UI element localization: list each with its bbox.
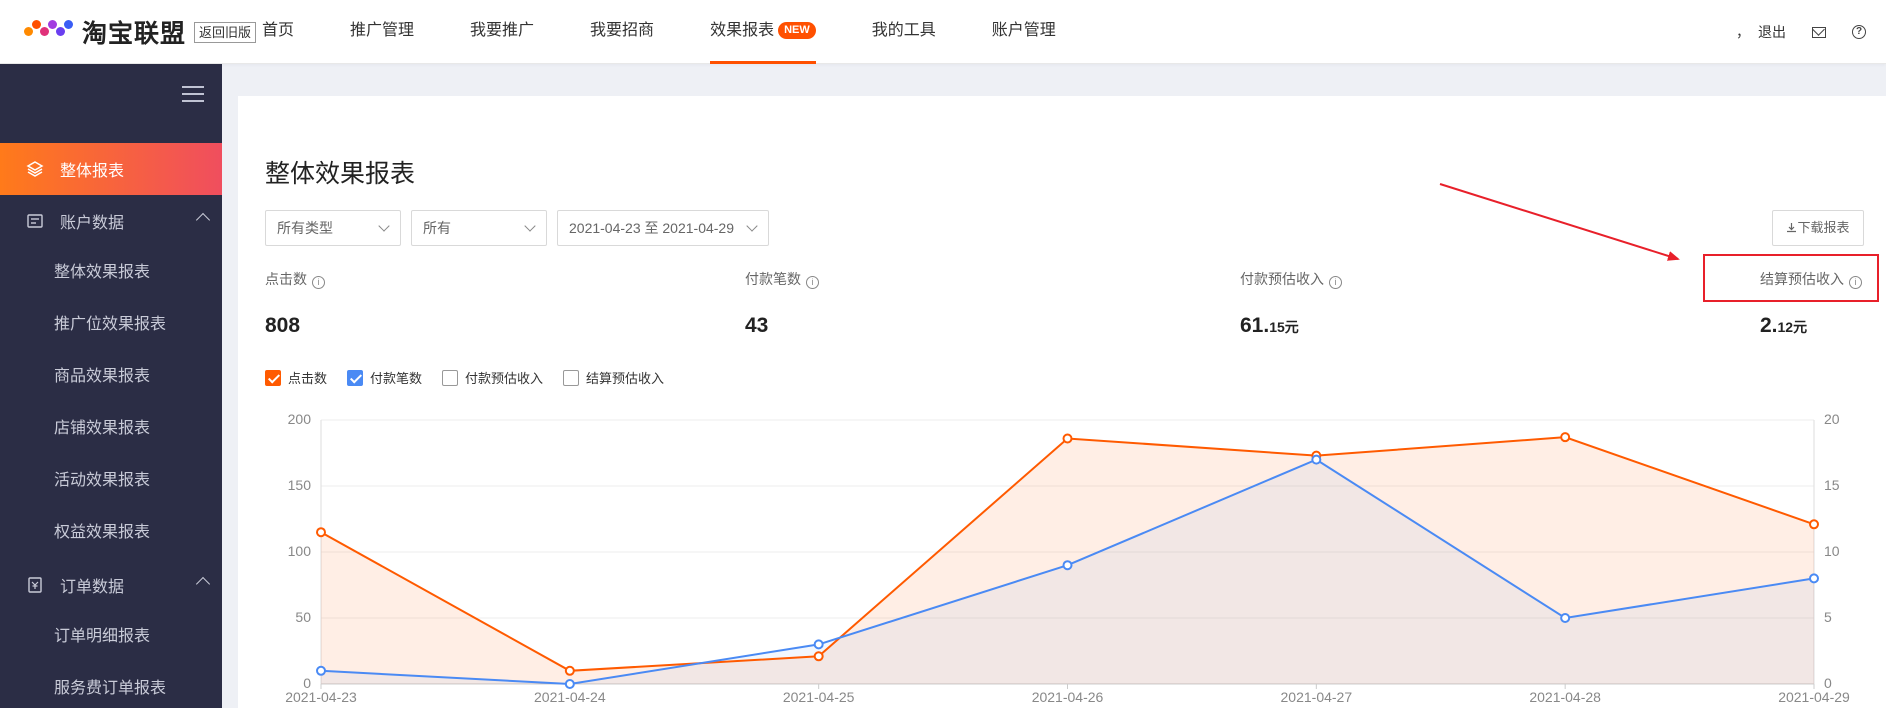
logo[interactable]: 淘宝联盟 返回旧版 (24, 16, 257, 48)
nav-label: 账户管理 (991, 22, 1056, 39)
metric-value-unit: 元 (1284, 319, 1299, 335)
info-icon[interactable]: i (312, 276, 325, 289)
info-icon[interactable]: i (806, 276, 819, 289)
sidebar-item-service-fee-order[interactable]: 服务费订单报表 (0, 663, 222, 708)
nav-label: 我的工具 (871, 22, 936, 39)
legend-paid-income[interactable]: 付款预估收入 (442, 368, 543, 387)
chevron-down-icon (378, 220, 390, 232)
old-version-button[interactable]: 返回旧版 (194, 21, 257, 43)
checkbox-clicks[interactable] (265, 369, 281, 386)
layers-icon (26, 160, 44, 178)
metric-clicks-value: 808 (265, 314, 301, 337)
sidebar-item-adzone-effect[interactable]: 推广位效果报表 (0, 299, 222, 351)
date-range-picker[interactable]: 2021-04-23 至 2021-04-29 (557, 210, 769, 246)
user-area: ， 退出 ? (1736, 0, 1866, 64)
nav-merchant-recruit[interactable]: 我要招商 (590, 0, 654, 64)
sidebar-item-rights-effect[interactable]: 权益效果报表 (0, 507, 222, 559)
legend-label: 结算预估收入 (586, 371, 665, 386)
metric-value-decimal: 12 (1777, 319, 1794, 335)
sidebar-item-shop-effect[interactable]: 店铺效果报表 (0, 403, 222, 455)
nav-home[interactable]: 首页 (262, 0, 294, 64)
metric-payments-label: 付款笔数 i (745, 269, 819, 289)
legend-label: 付款笔数 (370, 371, 423, 386)
sidebar: 整体报表 账户数据 整体效果报表 推广位效果报表 商品效果报表 店铺效果报表 活… (0, 64, 222, 708)
logout-link[interactable]: 退出 (1758, 22, 1786, 42)
type-select[interactable]: 所有类型 (265, 210, 401, 246)
download-label: 下载报表 (1797, 220, 1850, 235)
chevron-down-icon (746, 220, 758, 232)
sidebar-group-label: 订单数据 (60, 579, 125, 596)
metric-paid-income-value: 61.15元 (1240, 314, 1299, 338)
download-report-button[interactable]: 下载报表 (1772, 210, 1864, 246)
scope-select[interactable]: 所有 (411, 210, 547, 246)
sidebar-item-product-effect[interactable]: 商品效果报表 (0, 351, 222, 403)
type-select-value: 所有类型 (277, 220, 333, 236)
sidebar-item-activity-effect[interactable]: 活动效果报表 (0, 455, 222, 507)
sidebar-item-overall-effect[interactable]: 整体效果报表 (0, 247, 222, 299)
nav-promote[interactable]: 我要推广 (470, 0, 534, 64)
nav-promotion-management[interactable]: 推广管理 (350, 0, 414, 64)
legend-label: 付款预估收入 (465, 371, 544, 386)
metric-value-unit: 元 (1793, 319, 1808, 335)
checkbox-payments[interactable] (347, 369, 364, 386)
metric-label-text: 付款笔数 (745, 271, 801, 287)
nav-account-management[interactable]: 账户管理 (992, 0, 1056, 64)
checkbox-settled-income[interactable] (563, 369, 580, 386)
logo-mark-icon (24, 18, 74, 46)
metric-value-integer: 61. (1240, 314, 1270, 337)
nav-label: 首页 (262, 22, 295, 39)
menu-toggle-icon[interactable] (182, 86, 204, 102)
scope-select-value: 所有 (423, 220, 451, 236)
new-badge: NEW (778, 22, 816, 39)
checkbox-paid-income[interactable] (442, 369, 459, 386)
sidebar-item-label: 整体报表 (60, 163, 125, 180)
date-range-value: 2021-04-23 至 2021-04-29 (569, 220, 735, 236)
metric-value-decimal: 15 (1269, 319, 1285, 335)
nav-label: 推广管理 (350, 22, 415, 39)
report-panel: 整体效果报表 所有类型 所有 2021-04-23 至 2021-04-29 下… (238, 96, 1886, 708)
metric-settled-income-value: 2.12元 (1760, 314, 1807, 338)
main-nav: 首页 推广管理 我要推广 我要招商 效果报表 NEW 我的工具 账户管理 (262, 0, 1112, 64)
download-icon (1787, 223, 1797, 233)
sidebar-group-order-data[interactable]: 订单数据 (0, 559, 222, 611)
nav-label: 效果报表 (710, 22, 775, 39)
nav-reports[interactable]: 效果报表 NEW (710, 0, 816, 64)
sidebar-group-label: 账户数据 (60, 215, 125, 232)
help-icon[interactable]: ? (1852, 25, 1866, 39)
info-icon[interactable]: i (1329, 276, 1342, 289)
page-title: 整体效果报表 (265, 159, 416, 188)
chart-legend: 点击数 付款笔数 付款预估收入 结算预估收入 (265, 368, 684, 387)
metric-value-integer: 2. (1760, 314, 1778, 337)
metric-label-text: 付款预估收入 (1240, 271, 1324, 287)
legend-settled-income[interactable]: 结算预估收入 (563, 368, 664, 387)
sidebar-item-overall-report[interactable]: 整体报表 (0, 143, 222, 195)
metric-payments-value: 43 (745, 314, 769, 337)
nav-label: 我要推广 (470, 22, 535, 39)
top-navbar: 淘宝联盟 返回旧版 首页 推广管理 我要推广 我要招商 效果报表 NEW 我的工具… (0, 0, 1886, 64)
metric-clicks-label: 点击数 i (265, 269, 325, 289)
mail-icon[interactable] (1812, 26, 1826, 38)
sidebar-item-order-detail[interactable]: 订单明细报表 (0, 611, 222, 663)
order-data-icon (26, 576, 44, 594)
nav-label: 我要招商 (590, 22, 655, 39)
annotation-highlight-box (1703, 254, 1879, 302)
legend-label: 点击数 (288, 371, 328, 386)
legend-payments[interactable]: 付款笔数 (347, 368, 422, 387)
metric-label-text: 点击数 (265, 271, 307, 287)
account-data-icon (26, 212, 44, 230)
chevron-down-icon (524, 220, 536, 232)
user-name: ， (1736, 24, 1750, 40)
logo-text: 淘宝联盟 (82, 19, 187, 48)
legend-clicks[interactable]: 点击数 (265, 368, 327, 387)
chevron-up-icon (195, 212, 211, 228)
metric-paid-income-label: 付款预估收入 i (1240, 269, 1342, 289)
chevron-up-icon (195, 576, 211, 592)
nav-my-tools[interactable]: 我的工具 (872, 0, 936, 64)
sidebar-group-account-data[interactable]: 账户数据 (0, 195, 222, 247)
